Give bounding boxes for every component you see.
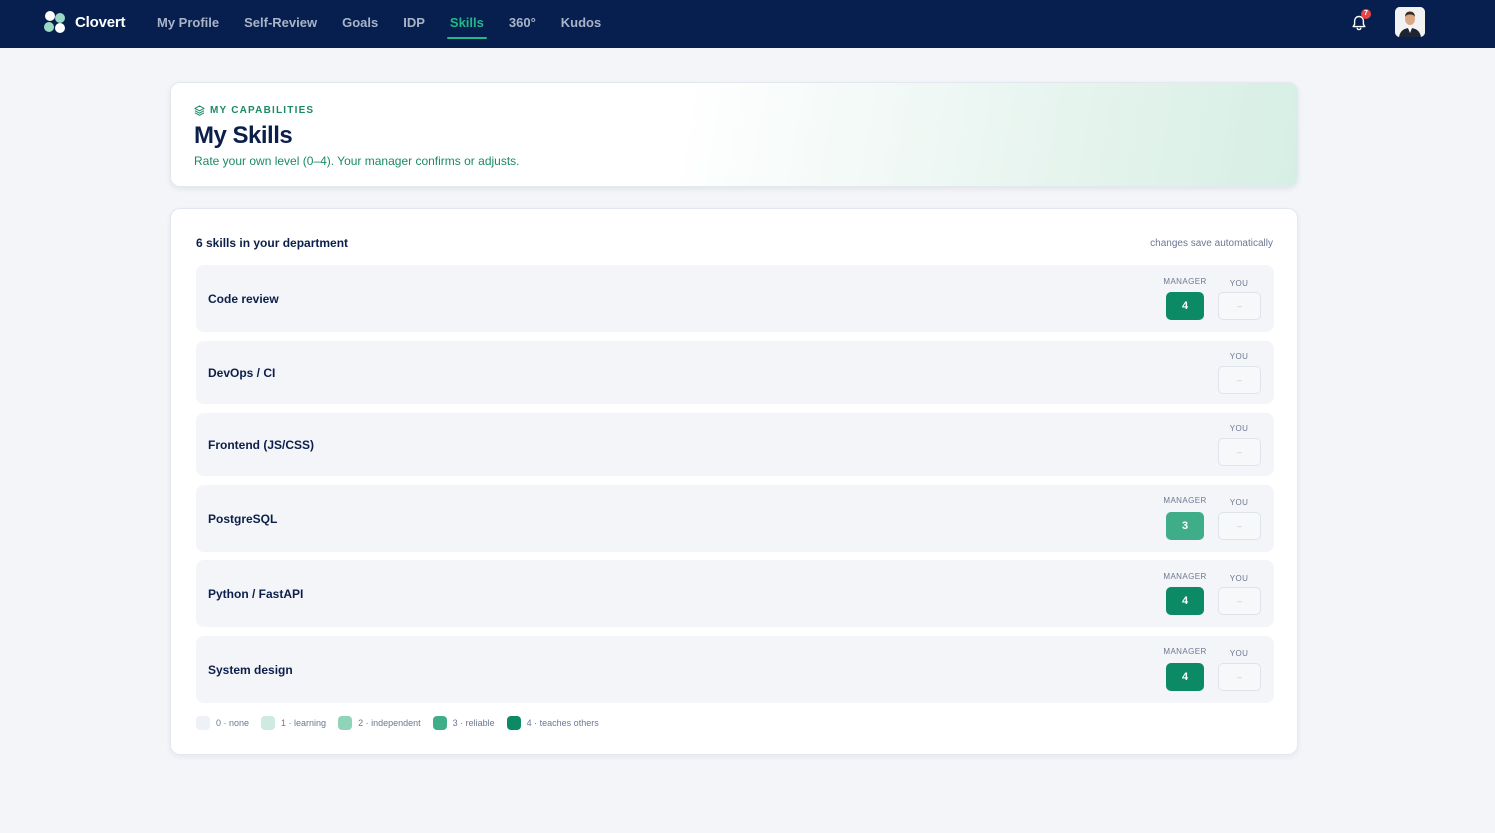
self-rating-picker[interactable]: –: [1218, 663, 1261, 691]
you-label: YOU: [1229, 352, 1249, 361]
legend-label: 2 · independent: [358, 718, 421, 728]
you-label: YOU: [1229, 649, 1249, 658]
manager-rating: 4: [1166, 587, 1204, 615]
legend-item-3: 3 · reliable: [432, 716, 495, 730]
legend-swatch: [506, 716, 521, 730]
self-rating-picker[interactable]: –: [1218, 587, 1261, 615]
skill-row-postgresql: PostgreSQL MANAGER 3 YOU –: [196, 485, 1274, 552]
rating-legend: 0 · none 1 · learning 2 · independent 3 …: [196, 716, 611, 730]
nav-item-goals[interactable]: Goals: [342, 0, 378, 48]
legend-item-2: 2 · independent: [338, 716, 421, 730]
skill-row-frontend: Frontend (JS/CSS) YOU –: [196, 413, 1274, 476]
skills-count-heading: 6 skills in your department: [196, 236, 349, 250]
eyebrow-text: MY CAPABILITIES: [210, 105, 315, 116]
manager-label: MANAGER: [1163, 647, 1207, 656]
top-nav-bar: Clovert My Profile Self-Review Goals IDP…: [0, 0, 1495, 48]
legend-swatch: [196, 716, 210, 730]
manager-rating: 4: [1166, 292, 1204, 320]
skill-row-system-design: System design MANAGER 4 YOU –: [196, 636, 1274, 703]
main-nav: My Profile Self-Review Goals IDP Skills …: [157, 0, 626, 48]
app-logo[interactable]: Clovert: [44, 11, 125, 33]
legend-swatch: [432, 716, 447, 730]
legend-label: 4 · teaches others: [526, 718, 599, 728]
nav-item-360[interactable]: 360°: [509, 0, 536, 48]
nav-item-my-profile[interactable]: My Profile: [157, 0, 219, 48]
skill-name: Code review: [208, 291, 279, 306]
you-label: YOU: [1229, 498, 1249, 507]
self-rating-picker[interactable]: –: [1218, 292, 1261, 320]
nav-item-idp[interactable]: IDP: [403, 0, 425, 48]
self-rating-picker[interactable]: –: [1218, 512, 1261, 540]
page-subtitle: Rate your own level (0–4). Your manager …: [194, 154, 520, 168]
self-rating-picker[interactable]: –: [1218, 438, 1261, 466]
legend-label: 0 · none: [216, 718, 250, 728]
app-name: Clovert: [75, 13, 126, 31]
legend-label: 1 · learning: [281, 718, 327, 728]
skill-name: System design: [208, 662, 293, 677]
user-avatar-icon: [1395, 7, 1425, 37]
legend-swatch: [261, 716, 276, 730]
legend-item-0: 0 · none: [196, 716, 249, 730]
nav-item-self-review[interactable]: Self-Review: [244, 0, 317, 48]
notification-badge: 7: [1361, 9, 1371, 19]
clover-logo-icon: [44, 11, 66, 33]
layers-icon: [194, 105, 205, 116]
skill-row-code-review: Code review MANAGER 4 YOU –: [196, 265, 1274, 332]
you-label: YOU: [1229, 279, 1249, 288]
skill-name: DevOps / CI: [208, 365, 276, 380]
skill-row-devops-ci: DevOps / CI YOU –: [196, 341, 1274, 404]
self-rating-picker[interactable]: –: [1218, 366, 1261, 394]
nav-item-skills[interactable]: Skills: [446, 0, 487, 48]
manager-rating: 3: [1166, 512, 1204, 540]
legend-label: 3 · reliable: [452, 718, 495, 728]
nav-item-kudos[interactable]: Kudos: [561, 0, 601, 48]
page-title: My Skills: [194, 122, 293, 149]
avatar[interactable]: [1395, 7, 1425, 37]
you-label: YOU: [1229, 574, 1249, 583]
skill-row-python-fastapi: Python / FastAPI MANAGER 4 YOU –: [196, 560, 1274, 627]
page-header-card: MY CAPABILITIES My Skills Rate your own …: [170, 82, 1298, 187]
legend-item-1: 1 · learning: [261, 716, 326, 730]
you-label: YOU: [1229, 424, 1249, 433]
manager-label: MANAGER: [1163, 496, 1207, 505]
skill-name: Python / FastAPI: [208, 586, 304, 601]
manager-label: MANAGER: [1163, 572, 1207, 581]
autosave-note: changes save automatically: [1150, 238, 1273, 249]
manager-rating: 4: [1166, 663, 1204, 691]
manager-label: MANAGER: [1163, 277, 1207, 286]
skill-name: PostgreSQL: [208, 511, 278, 526]
skill-name: Frontend (JS/CSS): [208, 437, 315, 452]
skills-card: 6 skills in your department changes save…: [170, 208, 1298, 755]
legend-item-4: 4 · teaches others: [506, 716, 599, 730]
legend-swatch: [338, 716, 353, 730]
eyebrow: MY CAPABILITIES: [194, 105, 314, 116]
